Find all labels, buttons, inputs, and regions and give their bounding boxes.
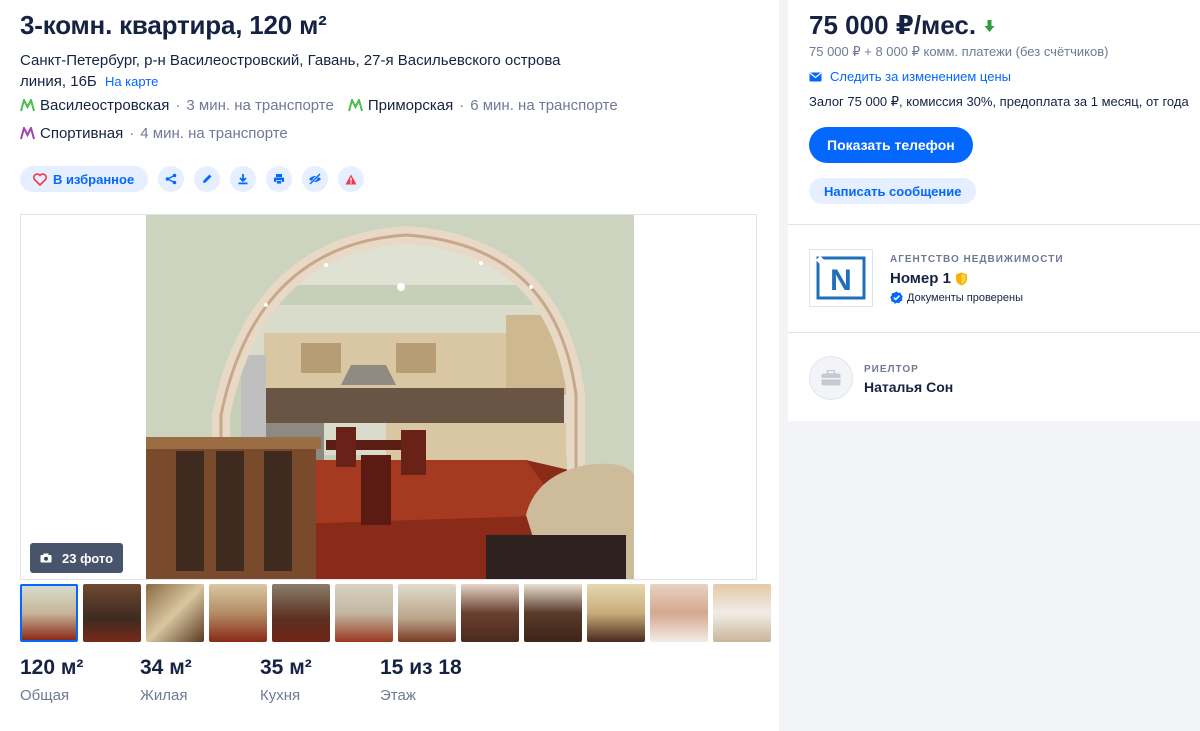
stat-kitchen-area: 35 м² Кухня bbox=[260, 656, 380, 704]
stat-value: 34 м² bbox=[140, 656, 192, 679]
hide-button[interactable] bbox=[302, 166, 329, 192]
realtor-type: РИЕЛТОР bbox=[864, 364, 919, 375]
address: Санкт-Петербург, р-н Василеостровский, Г… bbox=[20, 50, 600, 92]
documents-verified-label: Документы проверены bbox=[907, 291, 1024, 304]
map-link[interactable]: На карте bbox=[105, 74, 158, 89]
metro-name: Василеостровская bbox=[40, 97, 170, 114]
rental-terms: Залог 75 000 ₽, комиссия 30%, предоплата… bbox=[809, 94, 1189, 109]
stat-value: 35 м² bbox=[260, 656, 312, 679]
price-down-arrow-icon bbox=[984, 19, 995, 32]
metro-time: 4 мин. на транспорте bbox=[140, 125, 288, 142]
photo-gallery[interactable]: 23 фото bbox=[20, 214, 757, 580]
page-title: 3-комн. квартира, 120 м² bbox=[20, 10, 327, 40]
write-message-button[interactable]: Написать сообщение bbox=[809, 178, 977, 204]
thumbnail-strip bbox=[20, 584, 776, 642]
thumbnail[interactable] bbox=[650, 584, 708, 642]
svg-text:N: N bbox=[830, 264, 852, 297]
favorite-label: В избранное bbox=[53, 171, 135, 187]
metro-time: 6 мин. на транспорте bbox=[470, 97, 618, 114]
metro-icon bbox=[20, 127, 35, 140]
metro-row: Спортивная · 4 мин. на транспорте bbox=[20, 125, 288, 142]
stat-floor: 15 из 18 Этаж bbox=[380, 656, 500, 704]
sidebar: 75 000 ₽/мес. 75 000 ₽ + 8 000 ₽ комм. п… bbox=[779, 0, 1200, 731]
heart-icon bbox=[33, 172, 47, 186]
contact-card: 75 000 ₽/мес. 75 000 ₽ + 8 000 ₽ комм. п… bbox=[788, 0, 1200, 421]
briefcase-icon bbox=[821, 370, 841, 386]
thumbnail[interactable] bbox=[461, 584, 519, 642]
stat-label: Общая bbox=[20, 687, 70, 704]
metro-station[interactable]: Василеостровская bbox=[20, 97, 169, 114]
stat-living-area: 34 м² Жилая bbox=[140, 656, 260, 704]
show-phone-button[interactable]: Показать телефон bbox=[809, 127, 973, 163]
share-button[interactable] bbox=[158, 166, 185, 192]
share-icon bbox=[165, 173, 177, 185]
edit-button[interactable] bbox=[194, 166, 221, 192]
address-text: Санкт-Петербург, р-н Василеостровский, Г… bbox=[20, 52, 561, 90]
metro-icon bbox=[347, 99, 363, 112]
price-details: 75 000 ₽ + 8 000 ₽ комм. платежи (без сч… bbox=[809, 44, 1109, 59]
mail-icon bbox=[809, 72, 822, 81]
metro-row: Василеостровская · 3 мин. на транспорте … bbox=[20, 97, 618, 114]
photo-count-label: 23 фото bbox=[62, 550, 114, 566]
realtor-avatar[interactable] bbox=[809, 356, 853, 400]
verified-check-icon bbox=[890, 291, 903, 304]
thumbnail[interactable] bbox=[587, 584, 645, 642]
price-value: 75 000 ₽/мес. bbox=[809, 10, 977, 40]
download-icon bbox=[238, 174, 248, 185]
report-button[interactable] bbox=[338, 166, 365, 192]
realtor-block: РИЕЛТОР Наталья Сон bbox=[788, 333, 1200, 421]
agency-block: N АГЕНТСТВО НЕДВИЖИМОСТИ Номер 1 Докумен… bbox=[788, 225, 1200, 333]
follow-price-link[interactable]: Следить за изменением цены bbox=[809, 69, 1011, 84]
metro-name: Приморская bbox=[367, 97, 454, 114]
stat-total-area: 120 м² Общая bbox=[20, 656, 140, 704]
apartment-stats: 120 м² Общая 34 м² Жилая 35 м² Кухня 15 … bbox=[20, 656, 500, 704]
metro-station[interactable]: Приморская bbox=[347, 97, 454, 114]
stat-label: Жилая bbox=[140, 687, 188, 704]
separator-dot: · bbox=[175, 97, 181, 114]
stat-label: Кухня bbox=[260, 687, 301, 704]
metro-time: 3 мин. на транспорте bbox=[186, 97, 334, 114]
download-button[interactable] bbox=[230, 166, 257, 192]
thumbnail[interactable] bbox=[209, 584, 267, 642]
thumbnail[interactable] bbox=[398, 584, 456, 642]
thumbnail[interactable] bbox=[83, 584, 141, 642]
thumbnail[interactable] bbox=[20, 584, 78, 642]
thumbnail[interactable] bbox=[272, 584, 330, 642]
hide-icon bbox=[309, 173, 322, 185]
separator-dot: · bbox=[129, 125, 135, 142]
action-bar: В избранное bbox=[20, 166, 374, 192]
stat-value: 15 из 18 bbox=[380, 656, 462, 679]
separator-dot: · bbox=[459, 97, 465, 114]
camera-icon bbox=[40, 553, 52, 563]
metro-station[interactable]: Спортивная bbox=[20, 125, 123, 142]
print-icon bbox=[274, 174, 285, 185]
print-button[interactable] bbox=[266, 166, 293, 192]
listing-main: 3-комн. квартира, 120 м² Санкт-Петербург… bbox=[0, 0, 779, 731]
realtor-name[interactable]: Наталья Сон bbox=[864, 379, 953, 395]
warning-icon bbox=[345, 174, 357, 184]
agency-logo[interactable]: N bbox=[809, 249, 873, 307]
agency-n-logo-icon: N bbox=[815, 255, 866, 300]
agency-type: АГЕНТСТВО НЕДВИЖИМОСТИ bbox=[890, 254, 1064, 265]
price-block: 75 000 ₽/мес. 75 000 ₽ + 8 000 ₽ комм. п… bbox=[788, 0, 1200, 225]
stat-label: Этаж bbox=[380, 687, 416, 704]
price: 75 000 ₽/мес. bbox=[809, 10, 995, 41]
main-photo[interactable] bbox=[146, 215, 634, 579]
favorite-button[interactable]: В избранное bbox=[20, 166, 149, 192]
thumbnail[interactable] bbox=[524, 584, 582, 642]
photo-count-badge[interactable]: 23 фото bbox=[30, 543, 124, 573]
edit-icon bbox=[203, 174, 212, 183]
follow-price-label: Следить за изменением цены bbox=[830, 69, 1011, 84]
documents-verified: Документы проверены bbox=[890, 291, 1023, 304]
thumbnail[interactable] bbox=[335, 584, 393, 642]
metro-icon bbox=[20, 99, 35, 112]
shield-icon bbox=[955, 272, 967, 285]
agency-name[interactable]: Номер 1 bbox=[890, 270, 968, 287]
metro-name: Спортивная bbox=[40, 125, 124, 142]
thumbnail[interactable] bbox=[146, 584, 204, 642]
kitchen-photo-illustration bbox=[146, 215, 634, 579]
agency-name-text: Номер 1 bbox=[890, 270, 951, 287]
thumbnail[interactable] bbox=[713, 584, 771, 642]
stat-value: 120 м² bbox=[20, 656, 84, 679]
